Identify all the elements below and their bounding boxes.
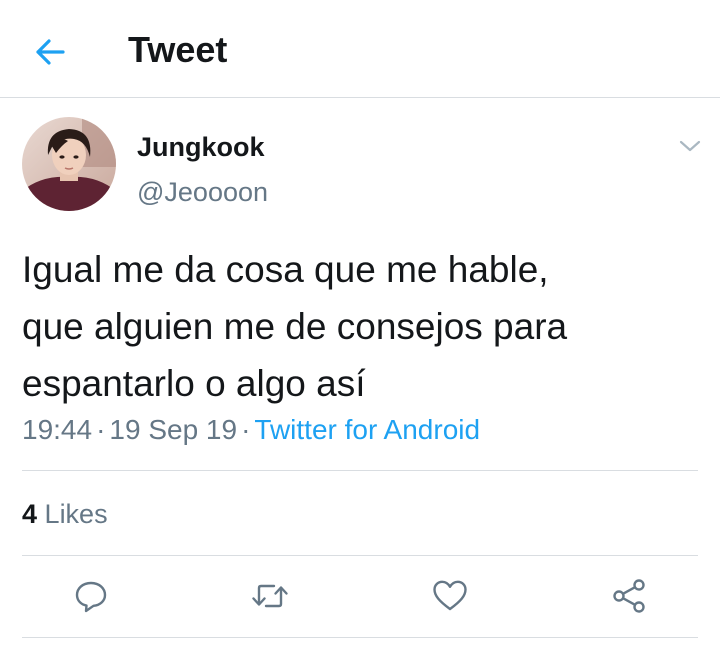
profile-photo (22, 117, 116, 211)
avatar[interactable] (22, 117, 116, 211)
tweet-date: 19 Sep 19 (109, 414, 238, 445)
tweet-text-line: Igual me da cosa que me hable, (22, 249, 549, 290)
meta-separator: · (96, 414, 106, 445)
divider (22, 637, 698, 638)
back-button[interactable] (28, 30, 72, 74)
tweet-options-button[interactable] (676, 132, 704, 160)
reply-icon (75, 581, 107, 613)
tweet-text-line: espantarlo o algo así (22, 363, 366, 404)
author-handle[interactable]: @Jeoooon (137, 174, 268, 210)
likes-count-link[interactable]: 4 Likes (22, 496, 108, 532)
meta-separator: · (241, 414, 251, 445)
tweet-text: Igual me da cosa que me hable, que algui… (22, 241, 692, 412)
retweet-button[interactable] (248, 574, 292, 618)
page-title: Tweet (128, 29, 228, 70)
divider (22, 470, 698, 471)
top-app-bar: Tweet (0, 0, 720, 98)
share-button[interactable] (607, 574, 651, 618)
chevron-down-icon (679, 140, 701, 152)
tweet-text-line: que alguien me de consejos para (22, 306, 568, 347)
likes-label: Likes (44, 499, 108, 529)
divider (22, 555, 698, 556)
like-button[interactable] (428, 574, 472, 618)
reply-button[interactable] (69, 574, 113, 618)
likes-count: 4 (22, 499, 38, 529)
author-display-name[interactable]: Jungkook (137, 130, 265, 164)
tweet-detail-screen: Tweet Jungkook @Jeoooon Igual me da cosa… (0, 0, 720, 650)
tweet-source-link[interactable]: Twitter for Android (254, 414, 480, 445)
tweet-metadata: 19:44 · 19 Sep 19 · Twitter for Android (22, 411, 480, 449)
retweet-icon (252, 584, 288, 608)
heart-icon (433, 580, 467, 611)
arrow-left-icon (36, 39, 65, 65)
tweet-time: 19:44 (22, 414, 93, 445)
share-icon (613, 579, 645, 613)
